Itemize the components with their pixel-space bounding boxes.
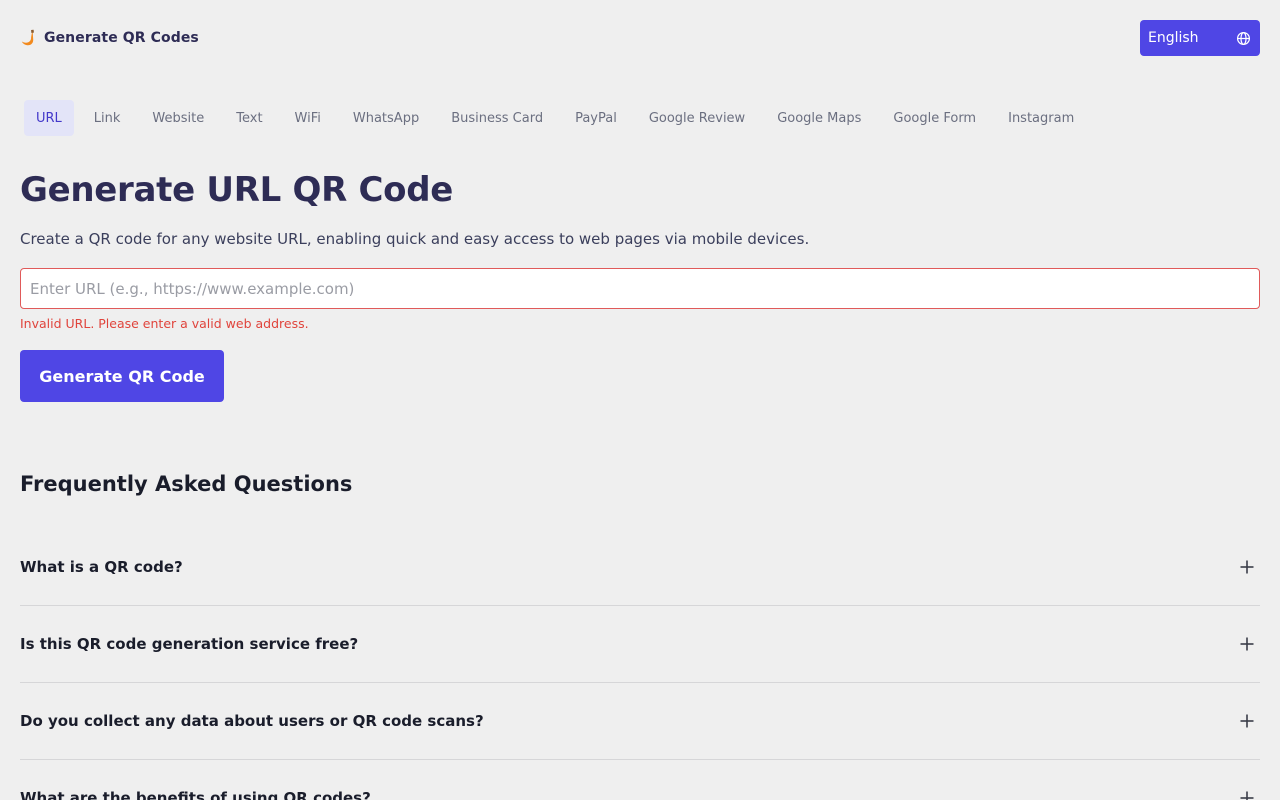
- faq-title: Frequently Asked Questions: [20, 472, 353, 496]
- tab-link[interactable]: Link: [82, 100, 133, 136]
- plus-icon: [1240, 560, 1254, 574]
- language-label: English: [1148, 30, 1199, 46]
- site-header: Generate QR Codes English: [0, 0, 1280, 76]
- tab-text[interactable]: Text: [224, 100, 274, 136]
- page-title: Generate URL QR Code: [20, 170, 454, 210]
- brand-name: Generate QR Codes: [44, 30, 199, 46]
- tab-whatsapp[interactable]: WhatsApp: [341, 100, 431, 136]
- faq-item[interactable]: Do you collect any data about users or Q…: [20, 683, 1260, 760]
- tab-google-review[interactable]: Google Review: [637, 100, 757, 136]
- plus-icon: [1240, 714, 1254, 728]
- faq-question: What are the benefits of using QR codes?: [20, 789, 371, 800]
- globe-icon: [1236, 31, 1251, 45]
- faq-list: What is a QR code? Is this QR code gener…: [20, 529, 1260, 800]
- generate-qr-button[interactable]: Generate QR Code: [20, 350, 224, 402]
- tab-business-card[interactable]: Business Card: [439, 100, 555, 136]
- tab-website[interactable]: Website: [140, 100, 216, 136]
- tab-instagram[interactable]: Instagram: [996, 100, 1086, 136]
- tab-url[interactable]: URL: [24, 100, 74, 136]
- faq-question: What is a QR code?: [20, 558, 183, 576]
- qr-type-tabs: URL Link Website Text WiFi WhatsApp Busi…: [24, 100, 1094, 136]
- faq-question: Is this QR code generation service free?: [20, 635, 359, 653]
- url-input[interactable]: [20, 268, 1260, 309]
- tab-google-form[interactable]: Google Form: [881, 100, 988, 136]
- faq-question: Do you collect any data about users or Q…: [20, 712, 484, 730]
- plus-icon: [1240, 791, 1254, 800]
- page-description: Create a QR code for any website URL, en…: [20, 230, 810, 248]
- language-selector-button[interactable]: English: [1140, 20, 1260, 56]
- brand-link[interactable]: Generate QR Codes: [20, 27, 199, 49]
- plus-icon: [1240, 637, 1254, 651]
- url-error-message: Invalid URL. Please enter a valid web ad…: [20, 316, 309, 331]
- faq-item[interactable]: What is a QR code?: [20, 529, 1260, 606]
- tab-google-maps[interactable]: Google Maps: [765, 100, 873, 136]
- tab-paypal[interactable]: PayPal: [563, 100, 629, 136]
- faq-item[interactable]: What are the benefits of using QR codes?: [20, 760, 1260, 800]
- brand-logo-icon: [21, 29, 34, 46]
- faq-item[interactable]: Is this QR code generation service free?: [20, 606, 1260, 683]
- tab-wifi[interactable]: WiFi: [283, 100, 333, 136]
